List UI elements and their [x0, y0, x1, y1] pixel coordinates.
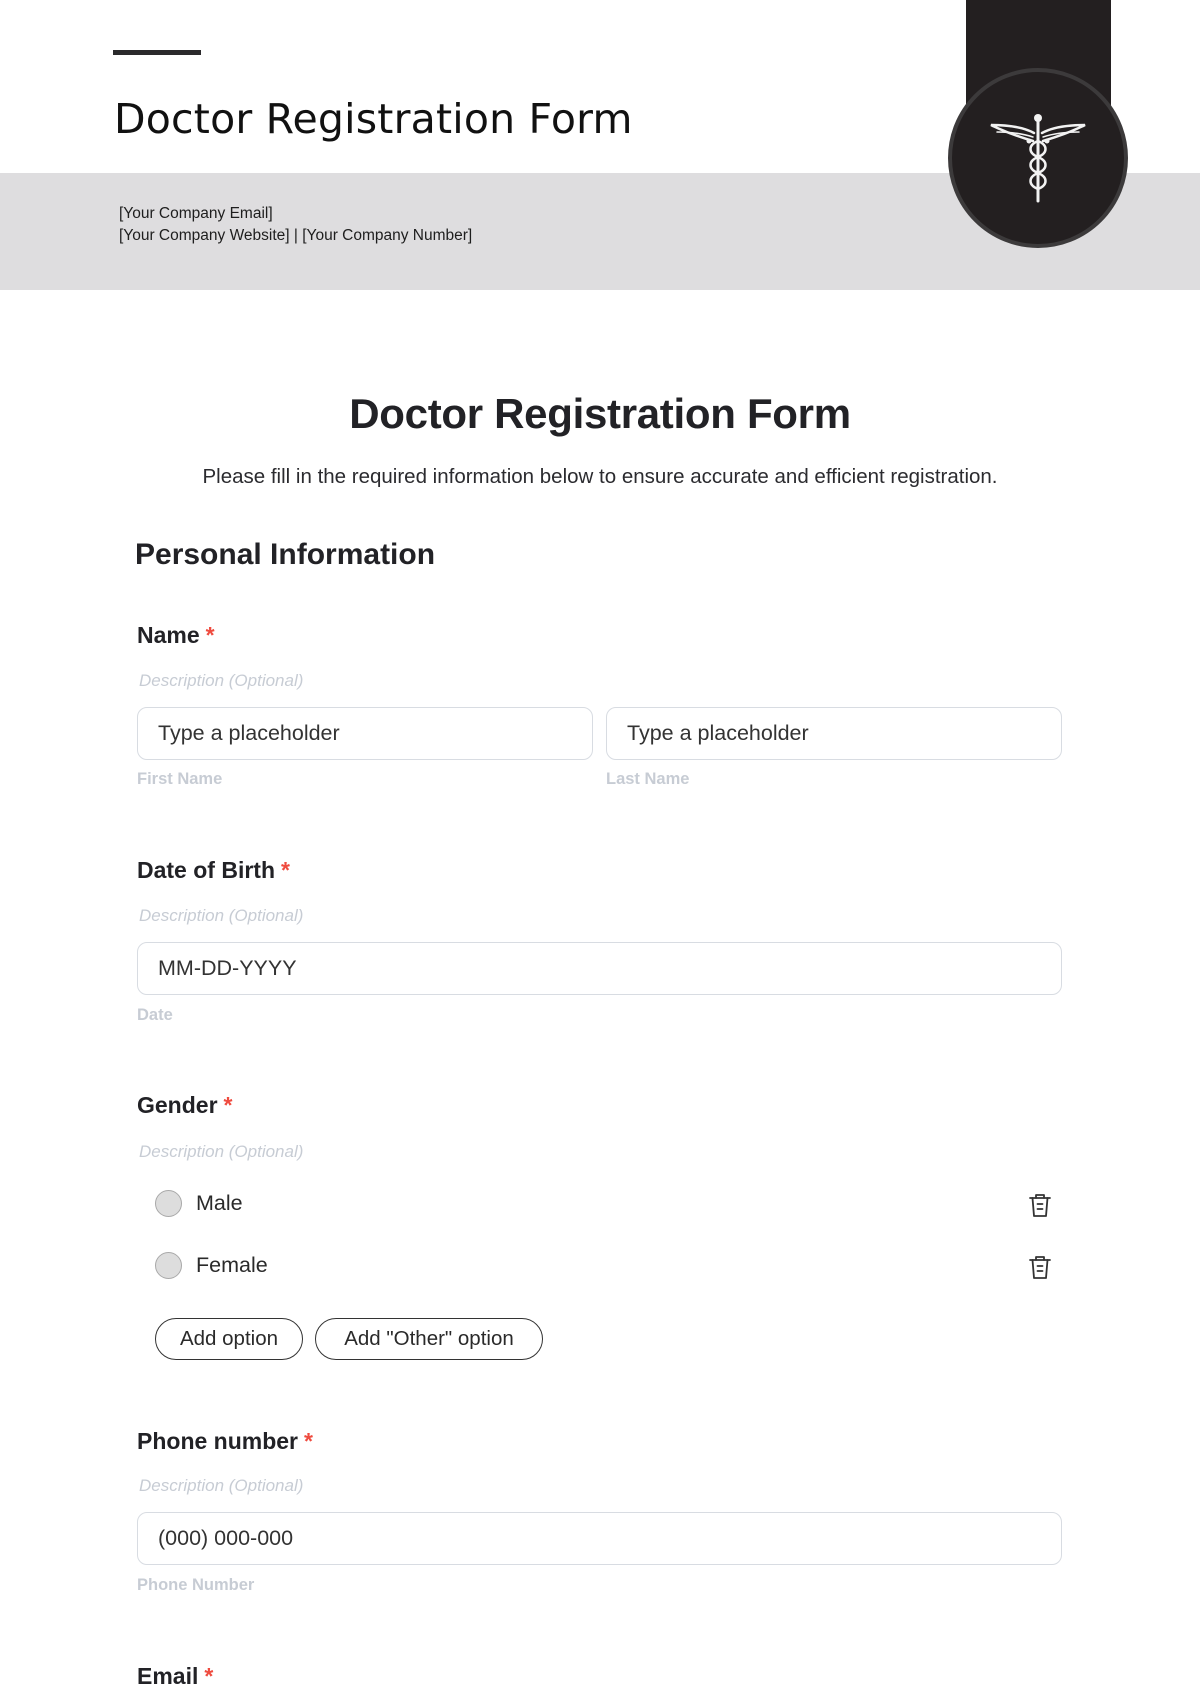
last-name-sublabel: Last Name: [606, 770, 690, 788]
radio-button[interactable]: [155, 1190, 182, 1217]
first-name-sublabel: First Name: [137, 770, 223, 788]
company-website-number: [Your Company Website] | [Your Company N…: [119, 227, 473, 244]
first-name-input[interactable]: Type a placeholder: [137, 707, 593, 760]
radio-button[interactable]: [155, 1252, 182, 1279]
logo-emblem: [948, 68, 1128, 248]
trash-icon: [1029, 1194, 1051, 1217]
option-label: Male: [196, 1191, 243, 1215]
form-title: Doctor Registration Form: [349, 390, 851, 437]
gender-label-text: Gender: [137, 1092, 218, 1118]
phone-input[interactable]: (000) 000-000: [137, 1512, 1062, 1565]
add-other-option-button[interactable]: Add "Other" option: [315, 1318, 543, 1360]
header-title: Doctor Registration Form: [114, 95, 633, 143]
dob-label-text: Date of Birth: [137, 857, 275, 883]
caduceus-icon: [990, 114, 1086, 203]
form-subtitle: Please fill in the required information …: [202, 465, 998, 488]
header-accent-line: [113, 50, 201, 55]
name-label-text: Name: [137, 622, 200, 648]
phone-placeholder: (000) 000-000: [158, 1526, 294, 1550]
dob-description[interactable]: Description (Optional): [139, 906, 303, 926]
option-label: Female: [196, 1253, 268, 1277]
section-title-personal-information: Personal Information: [135, 538, 436, 571]
required-marker: *: [205, 622, 215, 648]
email-label-text: Email: [137, 1663, 199, 1689]
first-name-placeholder: Type a placeholder: [158, 721, 340, 745]
dob-sublabel: Date: [137, 1006, 173, 1024]
gender-option-male[interactable]: Male: [155, 1190, 243, 1217]
gender-label: Gender *: [137, 1092, 232, 1119]
phone-label-text: Phone number: [137, 1428, 299, 1454]
dob-input[interactable]: MM-DD-YYYY: [137, 942, 1062, 995]
phone-description[interactable]: Description (Optional): [139, 1476, 303, 1496]
dob-label: Date of Birth *: [137, 857, 290, 884]
gender-description[interactable]: Description (Optional): [139, 1142, 303, 1162]
phone-sublabel: Phone Number: [137, 1576, 255, 1594]
last-name-placeholder: Type a placeholder: [627, 721, 809, 745]
required-marker: *: [204, 1663, 214, 1689]
last-name-input[interactable]: Type a placeholder: [606, 707, 1062, 760]
trash-icon: [1029, 1256, 1051, 1279]
email-label: Email *: [137, 1663, 213, 1690]
company-contact-info: [Your Company Email] [Your Company Websi…: [119, 203, 472, 247]
delete-option-male-button[interactable]: [1027, 1191, 1053, 1224]
name-description[interactable]: Description (Optional): [139, 671, 303, 691]
phone-label: Phone number *: [137, 1428, 313, 1455]
delete-option-female-button[interactable]: [1027, 1253, 1053, 1286]
dob-placeholder: MM-DD-YYYY: [158, 956, 297, 980]
company-email: [Your Company Email]: [119, 205, 273, 222]
required-marker: *: [304, 1428, 313, 1454]
required-marker: *: [223, 1092, 233, 1118]
gender-option-female[interactable]: Female: [155, 1252, 268, 1279]
add-option-button[interactable]: Add option: [155, 1318, 303, 1360]
required-marker: *: [281, 857, 290, 883]
name-label: Name *: [137, 622, 215, 649]
